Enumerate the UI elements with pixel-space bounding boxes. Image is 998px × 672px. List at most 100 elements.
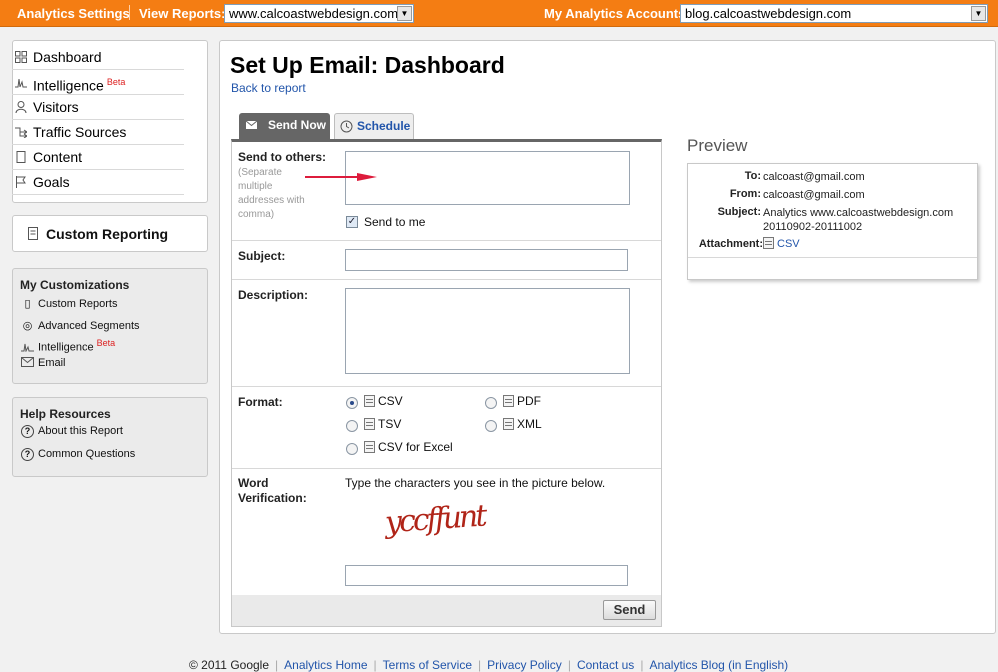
subject-input[interactable] bbox=[345, 249, 628, 271]
xml-file-icon bbox=[503, 418, 514, 430]
format-xml-label: XML bbox=[517, 417, 542, 431]
preview-attachment[interactable]: CSV bbox=[763, 237, 973, 251]
pulse-icon bbox=[15, 78, 27, 88]
footer-link-blog[interactable]: Analytics Blog (in English) bbox=[649, 658, 788, 672]
description-field[interactable] bbox=[345, 288, 630, 374]
send-button[interactable]: Send bbox=[603, 600, 656, 620]
format-tsv-label: TSV bbox=[378, 417, 402, 431]
preview-from-label: From: bbox=[729, 188, 761, 200]
advanced-segments-link[interactable]: ◎ Advanced Segments bbox=[21, 319, 140, 332]
email-form: Send to others: (Separate multiple addre… bbox=[231, 139, 662, 627]
custom-reports-label: Custom Reports bbox=[38, 298, 118, 310]
verification-label-verification: Verification: bbox=[238, 491, 307, 505]
footer-link-analytics-home[interactable]: Analytics Home bbox=[284, 658, 367, 672]
format-pdf-radio[interactable] bbox=[485, 397, 497, 409]
format-pdf-option[interactable]: PDF bbox=[503, 394, 541, 408]
footer-link-contact[interactable]: Contact us bbox=[577, 658, 634, 672]
format-csv-excel-radio[interactable] bbox=[346, 443, 358, 455]
footer-link-privacy[interactable]: Privacy Policy bbox=[487, 658, 562, 672]
tab-send-now-label: Send Now bbox=[268, 118, 327, 132]
format-csv-option[interactable]: CSV bbox=[364, 394, 403, 408]
flag-icon bbox=[16, 176, 26, 188]
send-to-row: Send to others: (Separate multiple addre… bbox=[232, 142, 661, 241]
email-link[interactable]: Email bbox=[21, 357, 66, 369]
nav-item-traffic-sources[interactable]: Traffic Sources bbox=[12, 120, 184, 145]
nav-item-label: Content bbox=[33, 149, 83, 165]
accounts-value: blog.calcoastwebdesign.com bbox=[685, 6, 852, 21]
chevron-down-icon[interactable]: ▼ bbox=[397, 6, 412, 21]
preview-attachment-link[interactable]: CSV bbox=[777, 238, 800, 250]
nav-item-label: Intelligence bbox=[33, 77, 104, 94]
description-row: Description: bbox=[232, 280, 661, 387]
accounts-label: My Analytics Accounts: bbox=[544, 6, 690, 21]
envelope-icon bbox=[21, 357, 34, 367]
common-questions-label: Common Questions bbox=[38, 448, 136, 460]
subject-label: Subject: bbox=[238, 249, 286, 263]
format-tsv-radio[interactable] bbox=[346, 420, 358, 432]
footer-link-terms[interactable]: Terms of Service bbox=[383, 658, 472, 672]
about-report-link[interactable]: ? About this Report bbox=[21, 425, 123, 438]
tab-send-now[interactable]: Send Now bbox=[239, 113, 330, 139]
format-csv-label: CSV bbox=[378, 394, 403, 408]
verification-row: Word Verification: Type the characters y… bbox=[232, 469, 661, 595]
send-to-field[interactable] bbox=[345, 151, 630, 205]
accounts-select[interactable]: blog.calcoastwebdesign.com ▼ bbox=[680, 4, 988, 23]
captcha-text: yccffunt bbox=[383, 498, 486, 541]
format-xml-option[interactable]: XML bbox=[503, 417, 542, 431]
about-report-label: About this Report bbox=[38, 425, 123, 437]
subject-row: Subject: bbox=[232, 241, 661, 280]
custom-reporting-link[interactable]: Custom Reporting bbox=[46, 226, 168, 242]
question-icon: ? bbox=[21, 425, 34, 438]
verification-input[interactable] bbox=[345, 565, 628, 586]
custom-reporting-box[interactable]: Custom Reporting bbox=[12, 215, 208, 252]
nav-item-label: Traffic Sources bbox=[33, 124, 127, 140]
preview-subject-value: Analytics www.calcoastwebdesign.com 2011… bbox=[763, 207, 954, 233]
advanced-segments-label: Advanced Segments bbox=[38, 320, 140, 332]
grid-icon bbox=[15, 51, 27, 63]
view-reports-select[interactable]: www.calcoastwebdesign.com ▼ bbox=[224, 4, 414, 23]
nav-item-goals[interactable]: Goals bbox=[12, 170, 184, 195]
back-to-report-link[interactable]: Back to report bbox=[231, 81, 306, 95]
copyright-text: © 2011 Google bbox=[189, 658, 270, 672]
nav-item-intelligence[interactable]: Intelligence Beta bbox=[12, 70, 184, 95]
description-label: Description: bbox=[238, 288, 309, 302]
preview-subject-label: Subject: bbox=[717, 206, 761, 218]
pdf-file-icon bbox=[503, 395, 514, 407]
analytics-settings-link[interactable]: Analytics Settings bbox=[17, 6, 130, 21]
footer-separator: | bbox=[640, 658, 644, 672]
beta-badge: Beta bbox=[96, 338, 116, 348]
report-icon bbox=[28, 227, 38, 240]
report-icon: ▯ bbox=[24, 298, 31, 310]
nav-item-content[interactable]: Content bbox=[12, 145, 184, 170]
format-xml-radio[interactable] bbox=[485, 420, 497, 432]
format-csv-excel-label: CSV for Excel bbox=[378, 440, 453, 454]
topbar-separator bbox=[129, 5, 130, 20]
nav-item-visitors[interactable]: Visitors bbox=[12, 95, 184, 120]
send-to-me-checkbox[interactable]: ✓ bbox=[346, 216, 358, 228]
envelope-icon bbox=[246, 121, 257, 129]
person-icon bbox=[15, 101, 27, 113]
format-csv-excel-option[interactable]: CSV for Excel bbox=[364, 440, 453, 454]
intelligence-link[interactable]: Intelligence Beta bbox=[21, 338, 115, 354]
email-label: Email bbox=[38, 357, 66, 369]
tsv-file-icon bbox=[364, 418, 375, 430]
format-csv-radio[interactable] bbox=[346, 397, 358, 409]
format-pdf-label: PDF bbox=[517, 394, 541, 408]
page-icon bbox=[16, 151, 26, 163]
my-customizations-box: My Customizations ▯ Custom Reports ◎ Advan… bbox=[12, 268, 208, 384]
format-tsv-option[interactable]: TSV bbox=[364, 417, 401, 431]
question-icon: ? bbox=[21, 448, 34, 461]
nav-item-dashboard[interactable]: Dashboard bbox=[12, 45, 184, 70]
footer-separator: | bbox=[478, 658, 482, 672]
view-reports-label: View Reports: bbox=[139, 6, 226, 21]
verification-label-word: Word bbox=[238, 476, 269, 490]
verification-instructions: Type the characters you see in the pictu… bbox=[345, 476, 606, 490]
page-footer: © 2011 Google | Analytics Home | Terms of Se… bbox=[189, 658, 788, 672]
common-questions-link[interactable]: ? Common Questions bbox=[21, 448, 135, 461]
tab-schedule[interactable]: Schedule bbox=[334, 113, 414, 139]
custom-reports-link[interactable]: ▯ Custom Reports bbox=[21, 297, 117, 310]
chevron-down-icon[interactable]: ▼ bbox=[971, 6, 986, 21]
format-label: Format: bbox=[238, 395, 283, 409]
nav-item-label: Visitors bbox=[33, 99, 79, 115]
preview-to-label: To: bbox=[744, 170, 761, 182]
